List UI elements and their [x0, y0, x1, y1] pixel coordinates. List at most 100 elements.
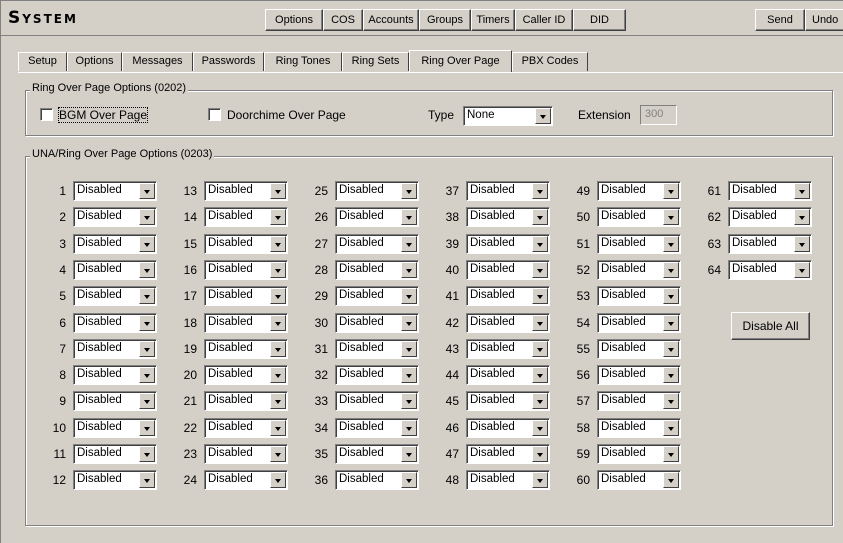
chevron-down-icon[interactable]	[270, 472, 286, 488]
chevron-down-icon[interactable]	[139, 236, 155, 252]
una-select-28[interactable]: Disabled	[335, 260, 419, 280]
chevron-down-icon[interactable]	[794, 209, 810, 225]
chevron-down-icon[interactable]	[794, 183, 810, 199]
type-select[interactable]: None	[463, 106, 553, 126]
tab-passwords[interactable]: Passwords	[193, 52, 264, 71]
chevron-down-icon[interactable]	[401, 183, 417, 199]
una-select-61[interactable]: Disabled	[728, 181, 812, 201]
una-select-47[interactable]: Disabled	[466, 444, 550, 464]
una-select-37[interactable]: Disabled	[466, 181, 550, 201]
una-select-38[interactable]: Disabled	[466, 207, 550, 227]
una-select-6[interactable]: Disabled	[73, 313, 157, 333]
chevron-down-icon[interactable]	[532, 367, 548, 383]
disable-all-button[interactable]: Disable All	[731, 312, 810, 340]
tab-options[interactable]: Options	[67, 52, 122, 71]
una-select-41[interactable]: Disabled	[466, 286, 550, 306]
una-select-26[interactable]: Disabled	[335, 207, 419, 227]
una-select-20[interactable]: Disabled	[204, 365, 288, 385]
chevron-down-icon[interactable]	[663, 183, 679, 199]
chevron-down-icon[interactable]	[794, 262, 810, 278]
chevron-down-icon[interactable]	[401, 209, 417, 225]
chevron-down-icon[interactable]	[663, 472, 679, 488]
una-select-29[interactable]: Disabled	[335, 286, 419, 306]
una-select-34[interactable]: Disabled	[335, 418, 419, 438]
chevron-down-icon[interactable]	[663, 341, 679, 357]
una-select-9[interactable]: Disabled	[73, 391, 157, 411]
una-select-35[interactable]: Disabled	[335, 444, 419, 464]
una-select-5[interactable]: Disabled	[73, 286, 157, 306]
chevron-down-icon[interactable]	[663, 367, 679, 383]
chevron-down-icon[interactable]	[532, 472, 548, 488]
chevron-down-icon[interactable]	[401, 367, 417, 383]
chevron-down-icon[interactable]	[663, 315, 679, 331]
chevron-down-icon[interactable]	[270, 446, 286, 462]
chevron-down-icon[interactable]	[270, 315, 286, 331]
una-select-57[interactable]: Disabled	[597, 391, 681, 411]
chevron-down-icon[interactable]	[270, 262, 286, 278]
toolbar-send-button[interactable]: Send	[755, 9, 805, 31]
una-select-51[interactable]: Disabled	[597, 234, 681, 254]
tab-ring-tones[interactable]: Ring Tones	[264, 52, 342, 71]
toolbar-groups-button[interactable]: Groups	[419, 9, 471, 31]
toolbar-undo-button[interactable]: Undo	[805, 9, 843, 31]
chevron-down-icon[interactable]	[139, 288, 155, 304]
una-select-63[interactable]: Disabled	[728, 234, 812, 254]
chevron-down-icon[interactable]	[663, 262, 679, 278]
chevron-down-icon[interactable]	[270, 341, 286, 357]
una-select-3[interactable]: Disabled	[73, 234, 157, 254]
una-select-11[interactable]: Disabled	[73, 444, 157, 464]
una-select-54[interactable]: Disabled	[597, 313, 681, 333]
chevron-down-icon[interactable]	[401, 288, 417, 304]
una-select-1[interactable]: Disabled	[73, 181, 157, 201]
una-select-21[interactable]: Disabled	[204, 391, 288, 411]
tab-setup[interactable]: Setup	[18, 52, 67, 71]
una-select-18[interactable]: Disabled	[204, 313, 288, 333]
una-select-4[interactable]: Disabled	[73, 260, 157, 280]
chevron-down-icon[interactable]	[663, 420, 679, 436]
una-select-49[interactable]: Disabled	[597, 181, 681, 201]
tab-pbx-codes[interactable]: PBX Codes	[512, 52, 588, 71]
extension-field[interactable]: 300	[640, 105, 677, 125]
chevron-down-icon[interactable]	[794, 236, 810, 252]
tab-messages[interactable]: Messages	[122, 52, 193, 71]
una-select-22[interactable]: Disabled	[204, 418, 288, 438]
una-select-56[interactable]: Disabled	[597, 365, 681, 385]
chevron-down-icon[interactable]	[401, 420, 417, 436]
chevron-down-icon[interactable]	[401, 236, 417, 252]
una-select-40[interactable]: Disabled	[466, 260, 550, 280]
chevron-down-icon[interactable]	[532, 236, 548, 252]
chevron-down-icon[interactable]	[663, 446, 679, 462]
una-select-25[interactable]: Disabled	[335, 181, 419, 201]
toolbar-caller-id-button[interactable]: Caller ID	[515, 9, 573, 31]
una-select-15[interactable]: Disabled	[204, 234, 288, 254]
una-select-10[interactable]: Disabled	[73, 418, 157, 438]
chevron-down-icon[interactable]	[663, 209, 679, 225]
toolbar-did-button[interactable]: DID	[573, 9, 626, 31]
una-select-42[interactable]: Disabled	[466, 313, 550, 333]
chevron-down-icon[interactable]	[270, 236, 286, 252]
una-select-8[interactable]: Disabled	[73, 365, 157, 385]
una-select-59[interactable]: Disabled	[597, 444, 681, 464]
chevron-down-icon[interactable]	[139, 420, 155, 436]
una-select-7[interactable]: Disabled	[73, 339, 157, 359]
chevron-down-icon[interactable]	[270, 367, 286, 383]
chevron-down-icon[interactable]	[139, 393, 155, 409]
chevron-down-icon[interactable]	[401, 446, 417, 462]
una-select-52[interactable]: Disabled	[597, 260, 681, 280]
una-select-17[interactable]: Disabled	[204, 286, 288, 306]
una-select-44[interactable]: Disabled	[466, 365, 550, 385]
chevron-down-icon[interactable]	[663, 288, 679, 304]
una-select-23[interactable]: Disabled	[204, 444, 288, 464]
una-select-62[interactable]: Disabled	[728, 207, 812, 227]
una-select-31[interactable]: Disabled	[335, 339, 419, 359]
una-select-48[interactable]: Disabled	[466, 470, 550, 490]
tab-ring-over-page[interactable]: Ring Over Page	[409, 50, 512, 72]
una-select-46[interactable]: Disabled	[466, 418, 550, 438]
una-select-30[interactable]: Disabled	[335, 313, 419, 333]
chevron-down-icon[interactable]	[401, 472, 417, 488]
chevron-down-icon[interactable]	[532, 209, 548, 225]
una-select-43[interactable]: Disabled	[466, 339, 550, 359]
una-select-60[interactable]: Disabled	[597, 470, 681, 490]
doorchime-over-page-checkbox[interactable]: Doorchime Over Page	[208, 108, 346, 122]
chevron-down-icon[interactable]	[139, 262, 155, 278]
